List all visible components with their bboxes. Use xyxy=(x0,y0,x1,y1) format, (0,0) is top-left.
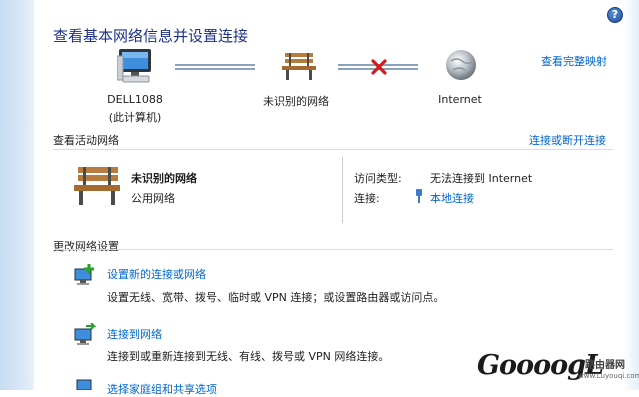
task-setup-new-connection-description: 设置无线、宽带、拨号、临时或 VPN 连接；或设置路由器或访问点。 xyxy=(107,291,445,304)
help-button[interactable]: ? xyxy=(607,7,623,23)
homegroup-icon xyxy=(76,379,92,390)
ethernet-plug-icon xyxy=(416,189,422,203)
watermark-domain: www.Luyouqi.com xyxy=(578,372,639,380)
computer-subtitle: (此计算机) xyxy=(108,111,162,124)
new-connection-icon xyxy=(74,264,94,285)
active-network-name: 未识别的网络 xyxy=(131,172,197,185)
park-bench-icon xyxy=(282,53,316,80)
local-area-connection-link[interactable]: 本地连接 xyxy=(430,190,474,206)
change-settings-heading: 更改网络设置 xyxy=(53,240,119,253)
no-connection-x-icon[interactable] xyxy=(371,59,387,75)
network-node-label: 未识别的网络 xyxy=(263,95,329,108)
task-homegroup-sharing[interactable]: 选择家庭组和共享选项 xyxy=(107,381,217,397)
connections-label: 连接: xyxy=(354,192,380,205)
access-type-label: 访问类型: xyxy=(354,172,402,185)
divider xyxy=(53,149,613,150)
computer-icon xyxy=(117,49,151,83)
network-category: 公用网络 xyxy=(131,192,175,205)
page-title: 查看基本网络信息并设置连接 xyxy=(53,27,249,45)
connect-network-icon xyxy=(74,323,97,345)
connect-or-disconnect-link[interactable]: 连接或断开连接 xyxy=(529,132,606,148)
access-type-value: 无法连接到 Internet xyxy=(430,172,533,185)
divider xyxy=(53,249,613,250)
task-setup-new-connection[interactable]: 设置新的连接或网络 xyxy=(107,266,206,282)
left-navigation-pane xyxy=(0,0,34,390)
watermark-site-name: 路由器网 xyxy=(585,360,625,371)
internet-globe-icon xyxy=(446,50,476,80)
task-connect-to-network-description: 连接到或重新连接到无线、有线、拨号或 VPN 网络连接。 xyxy=(107,350,390,363)
column-divider xyxy=(342,157,343,223)
computer-name: DELL1088 xyxy=(107,93,163,106)
park-bench-icon xyxy=(74,167,120,205)
window-edge xyxy=(623,0,639,390)
active-networks-heading: 查看活动网络 xyxy=(53,134,119,147)
internet-node-label: Internet xyxy=(438,93,482,106)
link-computer-to-network xyxy=(175,64,255,70)
view-full-map-link[interactable]: 查看完整映射 xyxy=(541,53,607,69)
task-connect-to-network[interactable]: 连接到网络 xyxy=(107,326,162,342)
